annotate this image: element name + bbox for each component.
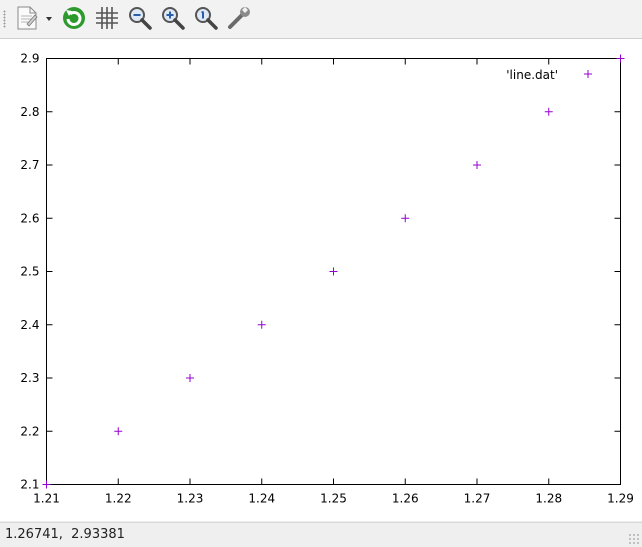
x-tick-label: 1.21: [33, 492, 60, 506]
zoom-previous-button[interactable]: [126, 4, 154, 32]
x-tick-label: 1.22: [105, 492, 132, 506]
export-document-icon: [17, 6, 52, 30]
x-tick-label: 1.25: [320, 492, 347, 506]
y-tick-label: 2.3: [20, 371, 39, 385]
y-tick-label: 2.6: [20, 211, 39, 225]
replot-button[interactable]: [60, 4, 88, 32]
settings-button[interactable]: [225, 4, 253, 32]
unzoom-button[interactable]: [192, 4, 220, 32]
y-tick-label: 2.8: [20, 105, 39, 119]
grid-button[interactable]: [93, 4, 121, 32]
y-tick-label: 2.4: [20, 318, 39, 332]
x-tick-label: 1.28: [535, 492, 562, 506]
x-tick-label: 1.26: [392, 492, 419, 506]
x-tick-label: 1.27: [464, 492, 491, 506]
zoom-previous-icon: [129, 7, 152, 30]
x-tick-label: 1.24: [248, 492, 275, 506]
statusbar: 1.26741, 2.93381: [0, 522, 642, 547]
y-tick-label: 2.9: [20, 52, 39, 66]
y-tick-label: 2.7: [20, 158, 39, 172]
cursor-coordinates: 1.26741, 2.93381: [5, 527, 125, 542]
toolbar-grip: [3, 10, 6, 28]
x-tick-label: 1.29: [607, 492, 634, 506]
plot-area[interactable]: 1.21 1.22 1.23 1.24 1.25 1.26 1.27 1.28 1.29 2.1 2…: [0, 39, 642, 521]
chevron-down-icon: [46, 17, 52, 21]
scatter-chart: 1.21 1.22 1.23 1.24 1.25 1.26 1.27 1.28 1.29 2.1 2…: [20, 52, 634, 506]
y-tick-label: 2.1: [20, 478, 39, 492]
unzoom-icon: [195, 7, 218, 30]
x-tick-label: 1.23: [177, 492, 204, 506]
zoom-next-button[interactable]: [159, 4, 187, 32]
legend-label: 'line.dat': [506, 68, 558, 82]
resize-grip[interactable]: [628, 533, 640, 545]
grid-icon: [96, 7, 118, 29]
y-tick-label: 2.5: [20, 265, 39, 279]
export-button[interactable]: [12, 4, 56, 32]
zoom-next-icon: [162, 7, 185, 30]
settings-wrench-icon: [228, 7, 250, 29]
y-tick-label: 2.2: [20, 424, 39, 438]
replot-icon: [63, 7, 85, 29]
toolbar: [0, 0, 642, 39]
